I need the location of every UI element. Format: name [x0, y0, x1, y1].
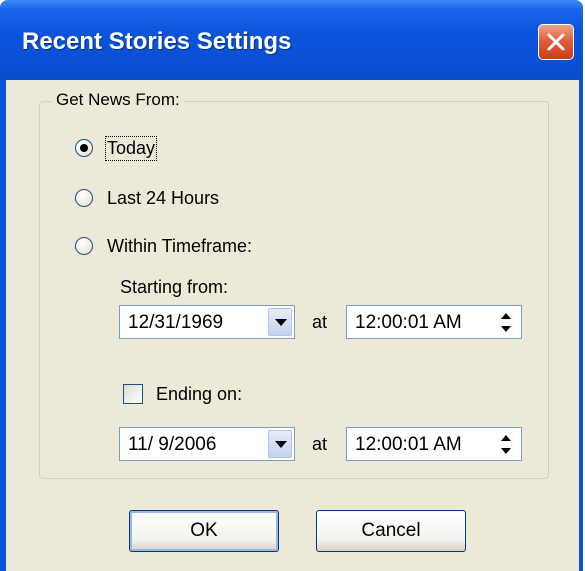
- dialog-window: Recent Stories Settings Get News From: T…: [0, 0, 583, 571]
- radio-within-timeframe[interactable]: Within Timeframe:: [75, 233, 252, 259]
- start-at-label: at: [312, 312, 328, 332]
- radio-button-icon: [75, 237, 93, 255]
- ending-on-checkbox[interactable]: [123, 384, 143, 404]
- chevron-down-icon: [275, 319, 287, 326]
- end-time-value: 12:00:01 AM: [355, 434, 462, 455]
- arrow-down-icon: [501, 448, 511, 454]
- radio-last-24-hours-label: Last 24 Hours: [107, 187, 220, 208]
- group-label: Get News From:: [52, 90, 184, 110]
- ending-on-label: Ending on:: [156, 384, 243, 404]
- ok-button[interactable]: OK: [129, 510, 279, 552]
- window-title: Recent Stories Settings: [22, 28, 292, 55]
- end-time-spinner[interactable]: 12:00:01 AM: [346, 427, 522, 461]
- start-date-dropdown[interactable]: 12/31/1969: [119, 305, 295, 339]
- starting-from-label: Starting from:: [120, 277, 229, 297]
- end-at-label: at: [312, 434, 328, 454]
- chevron-down-icon: [275, 441, 287, 448]
- title-bar[interactable]: Recent Stories Settings: [0, 0, 583, 80]
- radio-today[interactable]: Today: [75, 135, 158, 161]
- start-time-value: 12:00:01 AM: [355, 312, 462, 333]
- dropdown-button[interactable]: [268, 308, 292, 336]
- start-time-down-button[interactable]: [495, 322, 519, 336]
- radio-today-label: Today: [104, 135, 158, 161]
- end-time-down-button[interactable]: [495, 444, 519, 458]
- close-icon: [547, 33, 565, 51]
- end-date-value: 11/ 9/2006: [128, 434, 217, 455]
- close-button[interactable]: [538, 24, 574, 60]
- start-time-spinner[interactable]: 12:00:01 AM: [346, 305, 522, 339]
- dialog-body: Get News From: Today Last 24 Hours Withi…: [6, 80, 579, 571]
- radio-within-timeframe-label: Within Timeframe:: [107, 235, 253, 256]
- dropdown-button[interactable]: [268, 430, 292, 458]
- start-time-up-button[interactable]: [495, 308, 519, 322]
- start-date-value: 12/31/1969: [128, 312, 224, 333]
- arrow-down-icon: [501, 326, 511, 332]
- end-time-up-button[interactable]: [495, 430, 519, 444]
- cancel-button[interactable]: Cancel: [316, 510, 466, 552]
- arrow-up-icon: [501, 435, 511, 441]
- end-date-dropdown[interactable]: 11/ 9/2006: [119, 427, 295, 461]
- radio-button-icon: [75, 189, 93, 207]
- radio-button-icon: [75, 139, 93, 157]
- radio-last-24-hours[interactable]: Last 24 Hours: [75, 185, 219, 211]
- arrow-up-icon: [501, 313, 511, 319]
